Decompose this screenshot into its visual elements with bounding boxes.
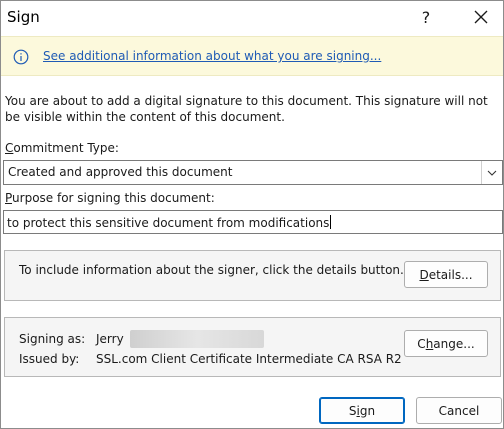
additional-info-link[interactable]: See additional information about what yo…: [43, 49, 381, 63]
signing-as-value: Jerry: [96, 332, 124, 346]
chevron-down-icon: [487, 170, 497, 176]
text-caret: [330, 215, 332, 229]
commitment-dropdown-button[interactable]: [481, 161, 502, 184]
details-button[interactable]: Details...: [404, 261, 488, 288]
info-icon: [13, 49, 29, 65]
cancel-button[interactable]: Cancel: [416, 397, 502, 424]
issued-by-label: Issued by:: [19, 352, 80, 366]
help-button[interactable]: ?: [409, 1, 443, 33]
purpose-label: Purpose for signing this document:: [5, 191, 215, 205]
details-instructions: To include information about the signer,…: [19, 263, 404, 277]
change-button[interactable]: Change...: [404, 330, 488, 357]
sign-button[interactable]: Sign: [319, 397, 405, 424]
close-button[interactable]: [460, 1, 502, 33]
commitment-type-value: Created and approved this document: [8, 165, 233, 179]
sign-dialog: Sign ? See additional information about …: [0, 0, 504, 429]
close-icon: [474, 10, 488, 24]
purpose-input-value: to protect this sensitive document from …: [7, 216, 330, 230]
window-title: Sign: [7, 8, 40, 26]
title-bar: Sign ?: [1, 1, 503, 33]
purpose-input[interactable]: to protect this sensitive document from …: [3, 210, 503, 234]
commitment-type-select[interactable]: Created and approved this document: [3, 160, 503, 185]
signer-group: Signing as: Jerry Issued by: SSL.com Cli…: [4, 317, 501, 377]
info-bar: See additional information about what yo…: [1, 36, 503, 76]
help-icon: ?: [421, 7, 431, 27]
issued-by-value: SSL.com Client Certificate Intermediate …: [96, 352, 402, 366]
commitment-type-label: Commitment Type:: [5, 141, 119, 155]
signing-as-label: Signing as:: [19, 332, 86, 346]
details-group: To include information about the signer,…: [4, 250, 501, 301]
redacted-name-block: [130, 330, 264, 348]
signature-message: You are about to add a digital signature…: [5, 94, 488, 124]
